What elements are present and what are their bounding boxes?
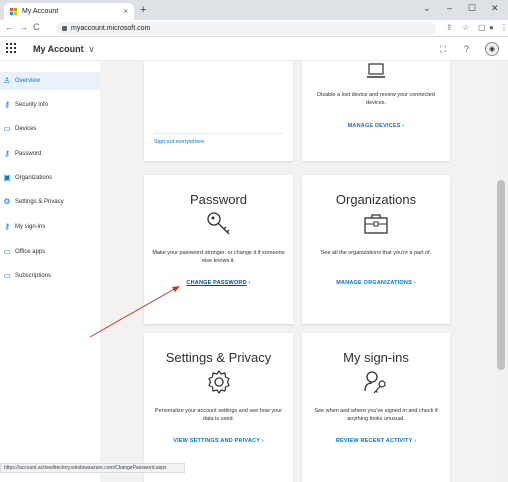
help-icon[interactable]: ? [464,44,469,54]
person-icon: ♙ [3,76,11,85]
sidebar-item-label: Password [15,151,42,157]
change-password-label: CHANGE PASSWORD [186,280,247,286]
url-input[interactable]: myaccount.microsoft.com [56,22,436,35]
subscriptions-icon: ▭ [3,271,11,280]
password-card-title: Password [189,192,248,207]
sidebar-item-security-info[interactable]: ⚷ Security info [0,96,100,114]
menu-icon[interactable]: ⋮ [500,23,508,32]
sidebar-item-subscriptions[interactable]: ▭ Subscriptions [0,267,100,285]
my-sign-ins-card: My sign-ins See when and where you've si… [302,333,450,482]
bookmark-star-icon[interactable]: ☆ [462,23,469,32]
my-sign-ins-card-title: My sign-ins [343,350,409,365]
change-password-link[interactable]: CHANGE PASSWORD › [144,280,293,286]
gear-icon: ⚙ [3,197,11,206]
tab-title: My Account [22,8,59,15]
sign-out-everywhere-link[interactable]: Sign out everywhere [154,139,204,145]
review-recent-activity-link[interactable]: REVIEW RECENT ACTIVITY › [302,438,450,444]
app-title[interactable]: My Account ∨ [33,44,95,55]
sign-ins-icon: ⚷ [4,222,10,231]
sidebar-item-label: Subscriptions [15,273,52,279]
briefcase-icon: ▣ [3,173,11,182]
avatar[interactable]: ◉ [485,42,499,56]
briefcase-icon [364,214,388,234]
browser-tab-bar: My Account × + ⌄ – ☐ ✕ [0,0,508,20]
password-card: Password Make your password stronger, or… [144,175,293,324]
sidebar-item-label: Organizations [15,175,53,181]
devices-card: Disable a lost device and review your co… [302,61,450,161]
close-window-button[interactable]: ✕ [491,3,499,14]
lock-icon [62,26,67,31]
organizations-description: See all the organizations that you're a … [320,250,432,256]
chevron-right-icon: › [402,123,405,129]
sidebar-item-label: Devices [15,126,37,132]
sidebar: ♙ Overview ⚷ Security info ▭ Devices ⚷ P… [0,61,100,482]
sign-ins-icon [364,371,386,394]
url-text: myaccount.microsoft.com [71,25,151,32]
divider [154,133,283,134]
manage-devices-link[interactable]: MANAGE DEVICES › [302,123,450,129]
settings-privacy-description: Personalize your account settings and se… [154,408,283,422]
security-info-icon: ⚷ [4,100,10,109]
chevron-right-icon: › [248,280,251,286]
address-bar-row: ← → C myaccount.microsoft.com ⇪ ☆ ▢ ● ⋮ [0,20,508,37]
chevron-right-icon: › [414,438,417,444]
chevron-right-icon: › [261,438,264,444]
status-bar-url: https://account.activedirectory.windowsa… [0,463,185,473]
sidebar-item-label: Settings & Privacy [15,199,64,205]
sidebar-item-label: Office apps [15,249,46,255]
sidebar-item-label: My sign-ins [15,224,46,230]
maximize-button[interactable]: ☐ [468,3,476,14]
laptop-icon [367,63,385,78]
browser-tab[interactable]: My Account × [4,3,134,20]
my-sign-ins-description: See when and where you've signed in and … [314,408,438,422]
chevron-right-icon: › [413,280,416,286]
security-card: Sign out everywhere [144,61,293,161]
profile-icon[interactable]: ● [489,23,494,32]
devices-description: Disable a lost device and review your co… [317,92,435,106]
sidebar-item-organizations[interactable]: ▣ Organizations [0,169,100,187]
key-icon: ⚷ [4,149,10,158]
tab-search-icon[interactable]: ⌄ [423,3,431,14]
laptop-icon: ▭ [3,124,11,133]
app-launcher-icon[interactable] [6,43,16,53]
minimize-button[interactable]: – [447,3,452,13]
sidebar-item-label: Overview [15,78,41,84]
chevron-down-icon: ∨ [88,44,95,54]
new-tab-button[interactable]: + [140,4,146,16]
sidebar-item-password[interactable]: ⚷ Password [0,145,100,163]
password-description: Make your password stronger, or change i… [152,250,285,264]
organization-icon[interactable]: ⛶ [440,44,446,55]
reload-icon[interactable]: C [33,22,40,32]
sidebar-item-label: Security info [15,102,49,108]
settings-privacy-card: Settings & Privacy Personalize your acco… [144,333,293,482]
manage-devices-label: MANAGE DEVICES [347,123,401,129]
view-settings-privacy-link[interactable]: VIEW SETTINGS AND PRIVACY › [144,438,293,444]
share-icon[interactable]: ⇪ [446,23,453,32]
review-recent-activity-label: REVIEW RECENT ACTIVITY [335,438,413,444]
microsoft-logo-icon [10,8,17,15]
sidebar-item-my-sign-ins[interactable]: ⚷ My sign-ins [0,218,100,236]
settings-privacy-card-title: Settings & Privacy [165,350,272,365]
forward-icon[interactable]: → [19,22,28,32]
main-content: Sign out everywhere Disable a lost devic… [100,61,494,482]
office-apps-icon: ▭ [3,247,11,256]
scrollbar-thumb[interactable] [497,180,505,370]
gear-icon [207,370,230,394]
view-settings-privacy-label: VIEW SETTINGS AND PRIVACY [173,438,260,444]
key-icon [206,212,229,235]
manage-organizations-link[interactable]: MANAGE ORGANIZATIONS › [302,280,450,286]
sidebar-item-office-apps[interactable]: ▭ Office apps [0,243,100,261]
manage-organizations-label: MANAGE ORGANIZATIONS [336,280,412,286]
app-title-text: My Account [33,44,84,54]
close-tab-icon[interactable]: × [123,7,128,16]
organizations-card-title: Organizations [335,192,417,207]
organizations-card: Organizations See all the organizations … [302,175,450,324]
sidebar-item-settings-privacy[interactable]: ⚙ Settings & Privacy [0,193,100,211]
sidebar-item-overview[interactable]: ♙ Overview [0,72,100,90]
back-icon[interactable]: ← [5,22,14,32]
extensions-icon[interactable]: ▢ [478,23,486,32]
sidebar-item-devices[interactable]: ▭ Devices [0,120,100,138]
app-header: My Account ∨ ⛶ ? ◉ [0,37,508,61]
